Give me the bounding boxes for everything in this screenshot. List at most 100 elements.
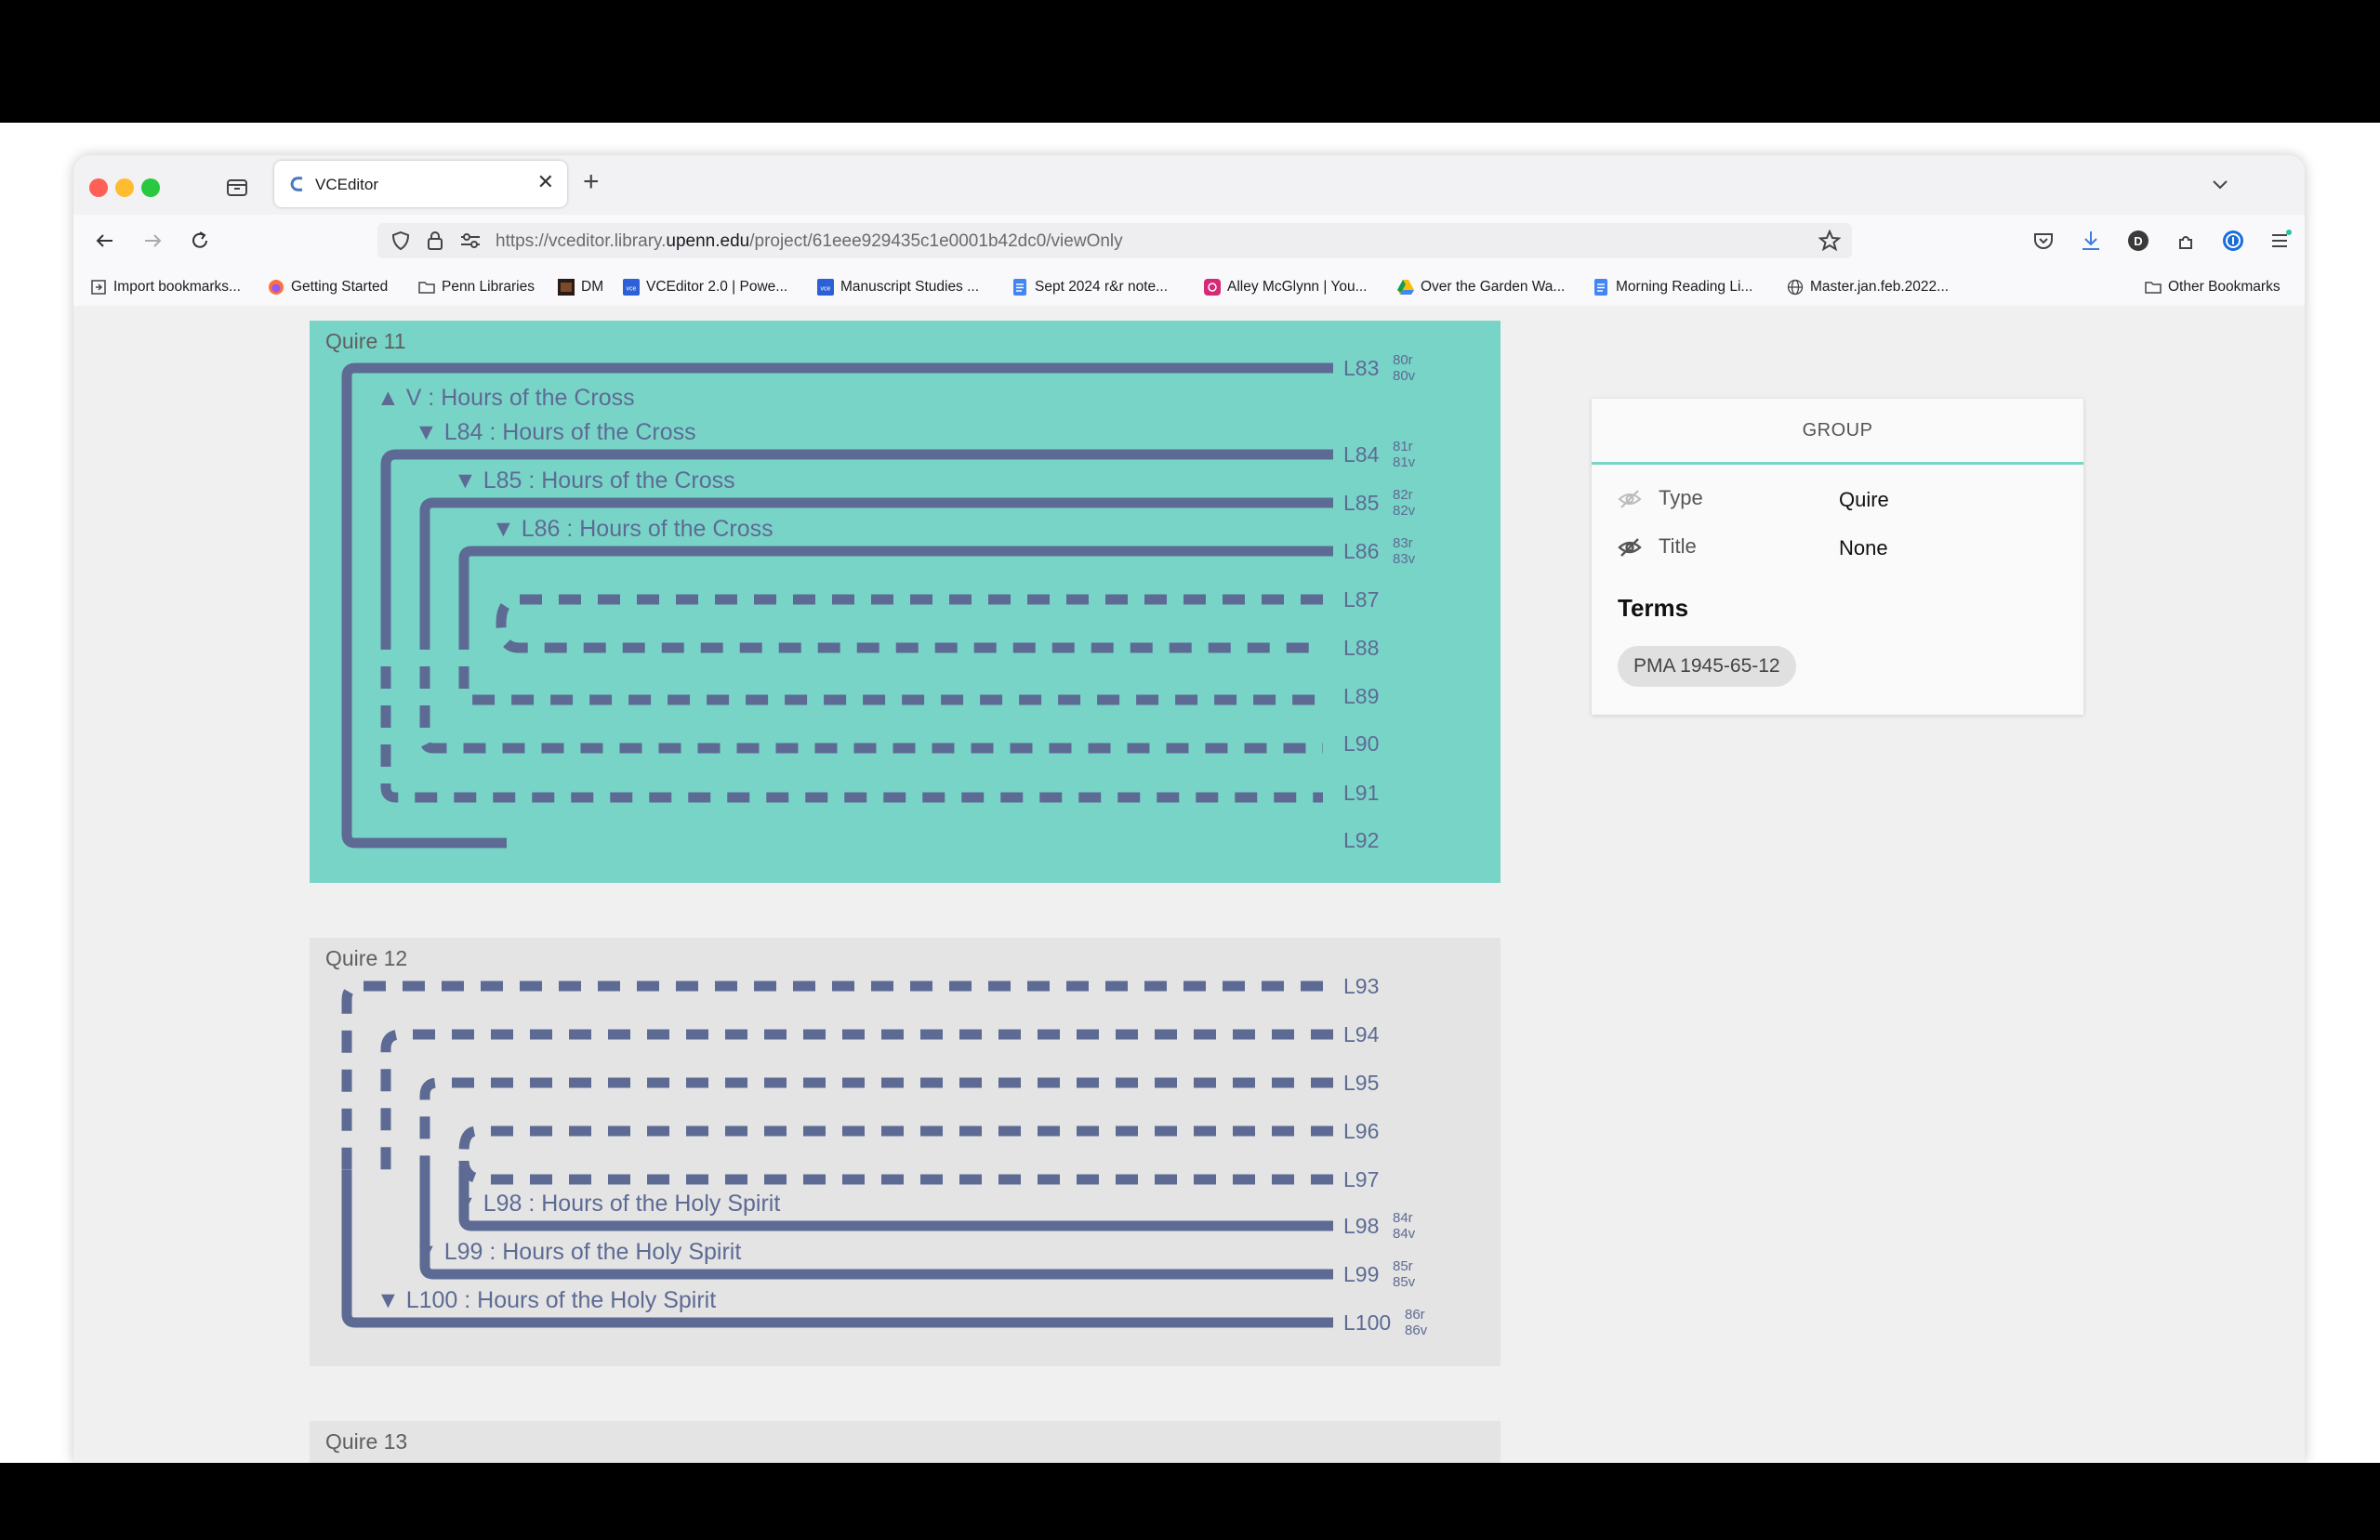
- folio-verso: 83v: [1393, 551, 1416, 567]
- bookmark-morning-reading[interactable]: Morning Reading Li...: [1593, 278, 1752, 296]
- bookmark-sept-2024[interactable]: Sept 2024 r&r note...: [1012, 278, 1168, 296]
- dm-favicon-icon: [558, 279, 575, 296]
- profile-d-icon[interactable]: D: [2125, 228, 2151, 254]
- vceditor-favicon-icon: [290, 177, 303, 191]
- bookmark-getting-started[interactable]: Getting Started: [268, 278, 388, 296]
- group-label-l98[interactable]: ▼ L98 : Hours of the Holy Spirit: [454, 1191, 780, 1217]
- leaf-label-l85[interactable]: L85: [1343, 491, 1379, 515]
- chevron-down-icon[interactable]: [2208, 172, 2232, 196]
- bookmark-master-jan-feb[interactable]: Master.jan.feb.2022...: [1787, 278, 1949, 296]
- quire-12[interactable]: Quire 12 ▼ L98 : Hours of the Holy Spiri…: [310, 938, 1501, 1366]
- tab-list-icon[interactable]: [225, 175, 249, 199]
- bookmark-alley-mcglynn[interactable]: Alley McGlynn | You...: [1204, 278, 1368, 296]
- group-label-l84[interactable]: ▼ L84 : Hours of the Cross: [415, 419, 696, 445]
- leaf-label-l88[interactable]: L88: [1343, 636, 1379, 660]
- zoom-window-button[interactable]: [141, 178, 160, 197]
- leaf-line-l96[interactable]: [458, 1125, 1333, 1170]
- extensions-icon[interactable]: [2173, 228, 2199, 254]
- leaf-label-l83[interactable]: L83: [1343, 356, 1379, 380]
- folio-recto: 80r: [1393, 352, 1413, 368]
- leaf-label-l90[interactable]: L90: [1343, 731, 1379, 756]
- page-content: Quire 11 ▲ V: Hours of the Cross ▼ L84 …: [73, 306, 2305, 1463]
- leaf-label-l97[interactable]: L97: [1343, 1167, 1379, 1191]
- term-chip[interactable]: PMA 1945-65-12: [1618, 646, 1796, 687]
- leaf-line-l86[interactable]: [458, 546, 1333, 705]
- folio-verso: 85v: [1393, 1274, 1416, 1290]
- group-label-l86[interactable]: ▼ L86 : Hours of the Cross: [492, 516, 774, 542]
- bookmark-dm[interactable]: DM: [558, 278, 603, 296]
- bookmark-over-the-garden[interactable]: Over the Garden Wa...: [1397, 278, 1565, 296]
- svg-text:vce: vce: [821, 286, 831, 293]
- tab-title: VCEditor: [315, 176, 379, 193]
- folio-recto: 86r: [1405, 1307, 1425, 1323]
- leaf-line-l97[interactable]: [458, 1160, 1333, 1185]
- leaf-label-l98[interactable]: L98: [1343, 1214, 1379, 1238]
- vce-favicon-icon: vce: [817, 279, 834, 296]
- quire-13[interactable]: Quire 13: [310, 1421, 1501, 1463]
- pocket-icon[interactable]: [2030, 228, 2056, 254]
- group-label-v[interactable]: ▲ V : Hours of the Cross: [377, 385, 635, 411]
- import-icon: [91, 280, 106, 295]
- svg-text:vce: vce: [627, 286, 637, 293]
- eye-slash-icon[interactable]: [1618, 536, 1642, 559]
- folio-recto: 83r: [1393, 535, 1413, 551]
- type-label: Type: [1659, 486, 1703, 509]
- minimize-window-button[interactable]: [115, 178, 134, 197]
- bookmark-manuscript-studies[interactable]: vce Manuscript Studies ...: [817, 278, 979, 296]
- leaf-label-l94[interactable]: L94: [1343, 1022, 1380, 1046]
- close-tab-icon[interactable]: ✕: [537, 170, 554, 194]
- terms-heading: Terms: [1618, 594, 1689, 622]
- bookmark-import[interactable]: Import bookmarks...: [90, 278, 241, 296]
- leaf-label-l92[interactable]: L92: [1343, 828, 1379, 852]
- new-tab-button[interactable]: +: [583, 166, 600, 198]
- bookmark-vceditor[interactable]: vce VCEditor 2.0 | Powe...: [623, 278, 787, 296]
- title-label: Title: [1659, 534, 1697, 558]
- other-bookmarks-folder[interactable]: Other Bookmarks: [2145, 278, 2281, 296]
- menu-hamburger-icon[interactable]: [2268, 228, 2294, 254]
- eye-slash-icon[interactable]: [1618, 488, 1642, 510]
- leaf-label-l96[interactable]: L96: [1343, 1119, 1379, 1143]
- leaf-line-l89[interactable]: [458, 627, 1323, 705]
- close-window-button[interactable]: [89, 178, 108, 197]
- leaf-label-l100[interactable]: L100: [1343, 1310, 1391, 1335]
- quire-11[interactable]: Quire 11 ▲ V: Hours of the Cross ▼ L84 …: [310, 321, 1501, 883]
- folder-icon: [418, 282, 435, 294]
- quire-11-diagram: ▲ V : Hours of the Cross ▼ L84 : Hours o…: [341, 352, 1416, 852]
- reload-icon[interactable]: [187, 228, 213, 254]
- leaf-label-l99[interactable]: L99: [1343, 1262, 1379, 1286]
- browser-window: VCEditor ✕ + https://vceditor.library.up…: [73, 155, 2305, 1463]
- folio-recto: 85r: [1393, 1258, 1413, 1274]
- tab-vceditor[interactable]: VCEditor ✕: [274, 161, 567, 207]
- leaf-label-l93[interactable]: L93: [1343, 974, 1379, 998]
- firefox-icon: [269, 280, 284, 295]
- group-label-l100[interactable]: ▼ L100 : Hours of the Holy Spirit: [377, 1287, 716, 1313]
- forward-arrow-icon[interactable]: [139, 228, 165, 254]
- vce-favicon-icon: vce: [623, 279, 640, 296]
- tracking-shield-icon[interactable]: [390, 230, 411, 251]
- url-text[interactable]: https://vceditor.library.upenn.edu/proje…: [496, 231, 1123, 252]
- downloads-icon[interactable]: [2078, 228, 2104, 254]
- group-label-l99[interactable]: ▼ L99 : Hours of the Holy Spirit: [415, 1239, 741, 1265]
- permissions-icon[interactable]: [459, 231, 482, 250]
- lock-icon[interactable]: [426, 230, 444, 251]
- bookmark-penn-libraries[interactable]: Penn Libraries: [418, 278, 535, 296]
- leaf-line-l94[interactable]: [380, 1029, 1333, 1170]
- url-bar[interactable]: https://vceditor.library.upenn.edu/proje…: [377, 223, 1852, 258]
- back-arrow-icon[interactable]: [92, 228, 118, 254]
- quire-12-diagram: ▼ L98 : Hours of the Holy Spirit ▼ L99 :…: [341, 974, 1428, 1338]
- leaf-label-l95[interactable]: L95: [1343, 1071, 1379, 1095]
- leaf-label-l91[interactable]: L91: [1343, 781, 1379, 805]
- leaf-label-l86[interactable]: L86: [1343, 539, 1379, 563]
- leaf-label-l87[interactable]: L87: [1343, 587, 1379, 612]
- leaf-line-l87[interactable]: [496, 594, 1333, 653]
- leaf-label-l84[interactable]: L84: [1343, 442, 1380, 467]
- docs-icon: [1594, 279, 1607, 296]
- bookmark-star-icon[interactable]: [1818, 230, 1841, 252]
- leaf-label-l89[interactable]: L89: [1343, 684, 1379, 708]
- password-manager-icon[interactable]: [2220, 228, 2246, 254]
- folio-recto: 81r: [1393, 439, 1413, 454]
- tab-bar: VCEditor ✕ +: [73, 155, 2305, 215]
- docs-icon: [1013, 279, 1026, 296]
- group-label-l85[interactable]: ▼ L85 : Hours of the Cross: [454, 467, 735, 494]
- panel-header: GROUP: [1592, 399, 2083, 465]
